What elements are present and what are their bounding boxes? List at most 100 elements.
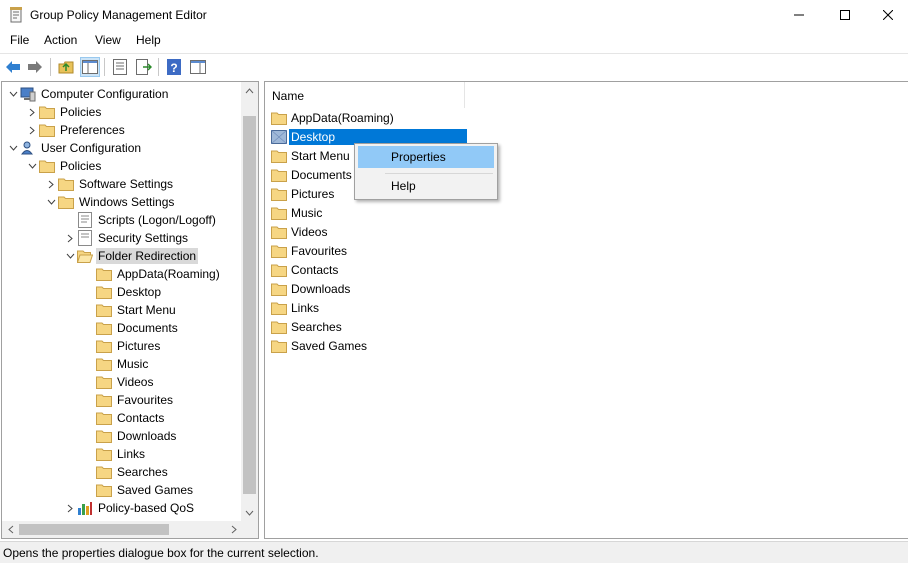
collapsed-chevron-icon[interactable] [44,175,58,193]
close-button[interactable] [865,0,908,30]
expanded-chevron-icon[interactable] [44,193,58,211]
show-action-pane-button[interactable] [188,57,208,77]
scroll-right-icon[interactable] [225,521,242,538]
context-menu-help[interactable]: Help [358,175,494,197]
column-header-name[interactable]: Name [265,82,465,108]
minimize-button[interactable] [776,0,822,30]
tree-horizontal-scrollbar[interactable] [2,521,242,538]
list-item-label: Music [291,206,323,220]
collapsed-chevron-icon[interactable] [25,121,39,139]
list-item[interactable]: AppData(Roaming) [271,109,396,127]
scroll-thumb[interactable] [19,524,169,535]
expanded-chevron-icon[interactable] [6,85,20,103]
tree-item-cc-preferences[interactable]: Preferences [25,121,127,139]
tree-item-label: Favourites [117,393,174,407]
tree-item-software-settings[interactable]: Software Settings [44,175,175,193]
export-list-button[interactable] [134,57,154,77]
tree-item-computer-configuration[interactable]: Computer Configuration [6,85,170,103]
tree-item-redirect-folder[interactable]: Desktop [82,283,163,301]
tree-item-uc-policies[interactable]: Policies [25,157,103,175]
expanded-chevron-icon[interactable] [6,139,20,157]
expanded-chevron-icon[interactable] [25,157,39,175]
list-item[interactable]: Music [271,204,324,222]
tree-item-policy-qos[interactable]: Policy-based QoS [63,499,196,517]
forward-button[interactable] [25,57,45,77]
forward-arrow-icon [28,61,42,73]
collapsed-chevron-icon[interactable] [25,103,39,121]
expanded-chevron-icon[interactable] [63,247,77,265]
tree-item-folder-redirection[interactable]: Folder Redirection [63,247,199,265]
tree-item-redirect-folder[interactable]: AppData(Roaming) [82,265,222,283]
list-item[interactable]: Start Menu [271,147,352,165]
tree-item-redirect-folder[interactable]: Start Menu [82,301,178,319]
tree-item-redirect-folder[interactable]: Saved Games [82,481,195,499]
tree-item-redirect-folder[interactable]: Contacts [82,409,166,427]
show-hide-tree-button[interactable] [80,57,100,77]
tree-item-scripts[interactable]: Scripts (Logon/Logoff) [63,211,218,229]
tree-item-label: Policies [60,105,102,119]
collapsed-chevron-icon[interactable] [63,229,77,247]
scroll-up-icon[interactable] [241,82,258,99]
context-menu-properties[interactable]: Properties [358,146,494,168]
tree-item-label: Searches [117,465,168,479]
tree-item-cc-policies[interactable]: Policies [25,103,103,121]
list-item[interactable]: Documents [271,166,354,184]
list-item[interactable]: Videos [271,223,329,241]
tree-item-redirect-folder[interactable]: Videos [82,373,155,391]
menu-help[interactable]: Help [136,33,161,47]
menu-bar: File Action View Help [0,30,908,52]
tree-item-user-configuration[interactable]: User Configuration [6,139,143,157]
folder-icon [96,374,112,390]
help-button[interactable]: ? [164,57,184,77]
user-icon [20,140,36,156]
list-item[interactable]: Pictures [271,185,336,203]
computer-icon [20,86,36,102]
tree-item-label: Pictures [117,339,161,353]
tree-pane[interactable]: Computer Configuration Policies Preferen… [1,81,259,539]
back-button[interactable] [3,57,23,77]
folder-icon [96,446,112,462]
context-menu-properties-label: Properties [391,150,446,164]
folder-icon [58,194,74,210]
tree-item-redirect-folder[interactable]: Favourites [82,391,175,409]
tree-item-redirect-folder[interactable]: Links [82,445,147,463]
tree-item-redirect-folder[interactable]: Pictures [82,337,162,355]
toolbar: ? [0,53,908,79]
collapsed-chevron-icon[interactable] [63,499,77,517]
tree-item-redirect-folder[interactable]: Music [82,355,150,373]
folder-icon [271,205,287,221]
up-one-level-button[interactable] [56,57,76,77]
export-list-icon [136,59,152,75]
list-item[interactable]: Saved Games [271,337,369,355]
tree-item-redirect-folder[interactable]: Downloads [82,427,178,445]
properties-button[interactable] [110,57,130,77]
list-item[interactable]: Downloads [271,280,352,298]
folder-icon [39,158,55,174]
list-item-label: Contacts [291,263,339,277]
folder-icon [96,392,112,408]
tree-item-redirect-folder[interactable]: Documents [82,319,180,337]
list-item[interactable]: Searches [271,318,344,336]
list-item[interactable]: Links [271,299,321,317]
tree-item-redirect-folder[interactable]: Searches [82,463,170,481]
list-item[interactable]: Favourites [271,242,349,260]
tree-item-label: Contacts [117,411,165,425]
menu-file[interactable]: File [10,33,29,47]
scroll-thumb[interactable] [243,116,256,494]
tree-item-security-settings[interactable]: Security Settings [63,229,190,247]
list-item-label: Searches [291,320,342,334]
menu-action[interactable]: Action [44,33,77,47]
tree-item-label: Windows Settings [79,195,175,209]
tree-item-label: Folder Redirection [96,248,199,264]
scroll-down-icon[interactable] [241,504,258,521]
tree-item-windows-settings[interactable]: Windows Settings [44,193,176,211]
folder-icon [271,186,287,202]
list-item-label: Favourites [291,244,348,258]
maximize-button[interactable] [822,0,868,30]
menu-view[interactable]: View [95,33,121,47]
list-item[interactable]: Contacts [271,261,340,279]
tree-vertical-scrollbar[interactable] [241,82,258,521]
scroll-left-icon[interactable] [2,521,19,538]
bar-chart-icon [77,500,93,516]
folder-icon [271,243,287,259]
